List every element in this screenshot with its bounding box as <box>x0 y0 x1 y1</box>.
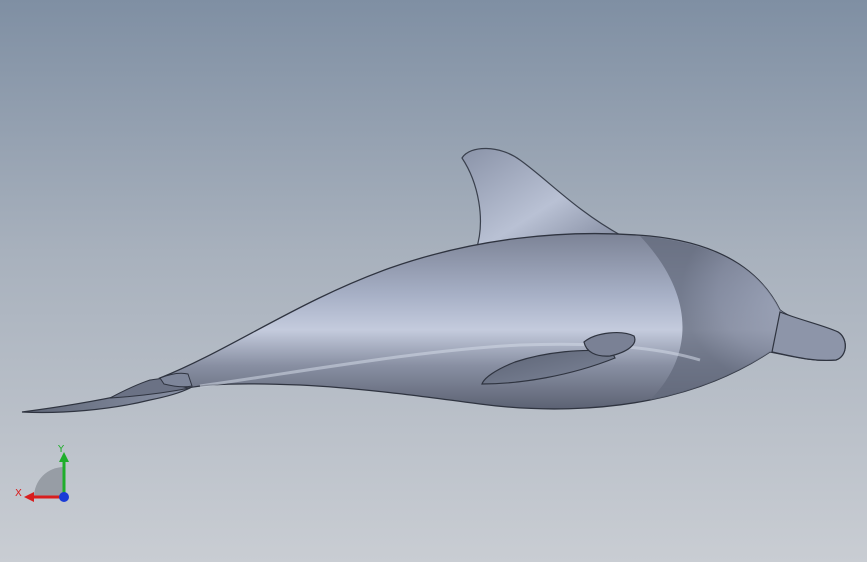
dolphin-beak <box>771 311 846 361</box>
y-axis-label: Y <box>57 444 65 455</box>
x-axis-label: X <box>15 488 22 499</box>
dolphin-model[interactable] <box>0 0 867 562</box>
triad-plane <box>34 467 64 497</box>
x-axis-arrow <box>24 492 34 502</box>
graphics-viewport[interactable]: Y X <box>0 0 867 562</box>
coordinate-triad: Y X <box>15 444 69 502</box>
z-axis-origin <box>59 492 69 502</box>
